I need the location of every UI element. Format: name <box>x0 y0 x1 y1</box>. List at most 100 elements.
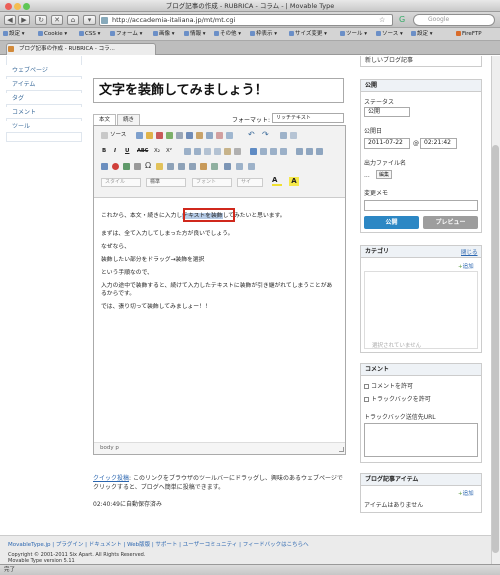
cut-icon[interactable] <box>186 132 193 139</box>
emoticon-icon[interactable] <box>156 163 163 170</box>
abbr-icon[interactable] <box>189 163 196 170</box>
trackback-url-textarea[interactable] <box>364 423 478 457</box>
table-col-icon[interactable] <box>316 148 323 155</box>
div-icon[interactable] <box>234 148 241 155</box>
preview-button[interactable]: プレビュー <box>423 216 478 229</box>
sidebar-item-assets[interactable]: アイテム <box>6 79 82 91</box>
sidebar-item-webpages[interactable]: ウェブページ <box>6 65 82 77</box>
editor-paragraph[interactable]: まずは、全て入力してしまった方が良いでしょう。 <box>101 230 233 238</box>
paste-text-icon[interactable] <box>216 132 223 139</box>
allow-trackbacks-checkbox[interactable]: トラックバックを許可 <box>364 394 431 403</box>
category-add-link[interactable]: +追加 <box>458 262 474 270</box>
unlink-icon[interactable] <box>156 132 163 139</box>
quickpost-link[interactable]: クイック投稿 <box>93 475 129 482</box>
bookmark-item[interactable]: ソース ▾ <box>376 28 403 41</box>
source-icon[interactable] <box>101 132 108 139</box>
scrollbar-thumb[interactable] <box>492 145 499 553</box>
source-button-label[interactable]: ソース <box>110 131 126 139</box>
close-window-button[interactable] <box>5 3 12 10</box>
undo-icon[interactable]: ↶ <box>248 130 255 139</box>
resize-handle-icon[interactable] <box>339 447 344 452</box>
superscript-button[interactable]: X² <box>166 147 172 155</box>
publish-button[interactable]: 公開 <box>364 216 419 229</box>
paste-word-icon[interactable] <box>226 132 233 139</box>
outdent-icon[interactable] <box>204 148 211 155</box>
reload-button[interactable]: ↻ <box>35 15 47 25</box>
entry-title-input[interactable]: 文字を装飾してみましょう！ <box>93 78 344 103</box>
category-list[interactable] <box>364 271 478 349</box>
editor-paragraph[interactable]: という手順なので、 <box>101 269 153 277</box>
copy-icon[interactable] <box>196 132 203 139</box>
subscript-button[interactable]: X₂ <box>154 147 160 155</box>
italic-button[interactable]: I <box>114 147 116 155</box>
table-icon[interactable] <box>296 148 303 155</box>
sidebar-item-comments[interactable]: コメント <box>6 107 82 119</box>
editor-paragraph[interactable]: 入力の途中で装飾すると、続けて入力したテキストに装飾が引き継がれてしまうことがあ… <box>101 282 337 298</box>
cite-icon[interactable] <box>178 163 185 170</box>
insert-file-icon[interactable] <box>176 132 183 139</box>
bookmark-item[interactable]: ツール ▾ <box>340 28 367 41</box>
editor-paragraph[interactable]: なぜなら、 <box>101 243 130 251</box>
category-close-link[interactable]: 閉じる <box>461 248 478 256</box>
publish-time-input[interactable]: 02:21:42 <box>420 138 457 149</box>
bookmark-item[interactable]: 情報 ▾ <box>184 28 206 41</box>
bullet-list-icon[interactable] <box>184 148 191 155</box>
bookmark-item[interactable]: 設定 ▾ <box>411 28 433 41</box>
align-justify-icon[interactable] <box>280 148 287 155</box>
bookmark-item[interactable]: サイズ変更 ▾ <box>289 28 327 41</box>
insert-media-icon[interactable] <box>123 163 130 170</box>
status-select[interactable]: 公開 <box>364 107 410 117</box>
font-size-select[interactable]: サイ <box>237 178 263 187</box>
format-select[interactable]: リッチテキスト <box>272 113 344 123</box>
indent-icon[interactable] <box>214 148 221 155</box>
bookmark-star-icon[interactable]: ☆ <box>379 16 385 24</box>
paste-icon[interactable] <box>206 132 213 139</box>
minimize-window-button[interactable] <box>14 3 21 10</box>
bookmark-item[interactable]: その他 ▾ <box>214 28 241 41</box>
insert-asset-icon[interactable] <box>146 132 153 139</box>
align-right-icon[interactable] <box>270 148 277 155</box>
bookmark-item[interactable]: Cookie ▾ <box>38 28 67 41</box>
special-char-icon[interactable]: Ω <box>145 161 151 170</box>
address-bar[interactable]: http://accademia-italiana.jp/mt/mt.cgi <box>99 14 393 26</box>
pagebreak-icon[interactable] <box>167 163 174 170</box>
visual-aid-icon[interactable] <box>236 163 243 170</box>
edit-basename-button[interactable]: 編集 <box>376 170 392 179</box>
tab-more[interactable]: 続き <box>117 114 141 125</box>
numbered-list-icon[interactable] <box>194 148 201 155</box>
publish-date-input[interactable]: 2011-07-22 <box>364 138 410 149</box>
bookmark-item[interactable]: FireFTP <box>456 28 482 41</box>
style-select[interactable]: スタイル <box>101 178 141 187</box>
table-row-icon[interactable] <box>306 148 313 155</box>
stop-button[interactable]: ✕ <box>51 15 63 25</box>
browser-tab-active[interactable]: ブログ記事の作成 - RUBRICA - コラ... <box>6 43 156 55</box>
insert-link-icon[interactable] <box>136 132 143 139</box>
insert-image-icon[interactable] <box>166 132 173 139</box>
search-input[interactable]: Google <box>413 14 495 26</box>
blockquote-icon[interactable] <box>224 148 231 155</box>
redo-icon[interactable]: ↷ <box>262 130 269 139</box>
editor-paragraph[interactable]: 装飾したい部分をドラッグ→装飾を選択 <box>101 256 204 264</box>
bold-button[interactable]: B <box>102 147 106 155</box>
insert-date-icon[interactable] <box>200 163 207 170</box>
underline-button[interactable]: U <box>125 147 129 155</box>
home-button[interactable]: ⌂ <box>67 15 79 25</box>
anchor-icon[interactable] <box>101 163 108 170</box>
bookmark-item[interactable]: 設定 ▾ <box>3 28 25 41</box>
horizontal-rule-icon[interactable] <box>134 163 141 170</box>
replace-icon[interactable] <box>290 132 297 139</box>
editor-paragraph[interactable]: では、張り切って装飾してみましょー！！ <box>101 303 211 311</box>
bookmark-item[interactable]: 画像 ▾ <box>153 28 175 41</box>
text-color-icon[interactable]: A <box>272 177 282 186</box>
font-family-select[interactable]: フォント <box>192 178 232 187</box>
sidebar-item-tools[interactable]: ツール <box>6 121 82 133</box>
fullscreen-icon[interactable] <box>224 163 231 170</box>
allow-comments-checkbox[interactable]: コメントを許可 <box>364 381 413 390</box>
align-left-icon[interactable] <box>250 148 257 155</box>
bookmark-item[interactable]: フォーム ▾ <box>110 28 142 41</box>
back-button[interactable]: ◀ <box>4 15 16 25</box>
insert-time-icon[interactable] <box>211 163 218 170</box>
bookmark-item[interactable]: CSS ▾ <box>79 28 100 41</box>
forward-button[interactable]: ▶ <box>18 15 30 25</box>
revision-memo-input[interactable] <box>364 200 478 211</box>
